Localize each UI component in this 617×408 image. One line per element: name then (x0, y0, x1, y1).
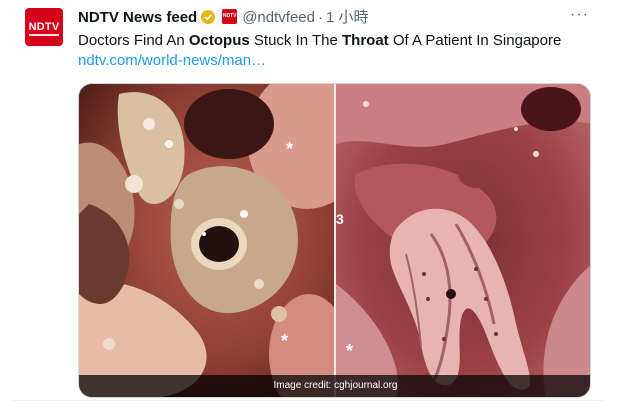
image-marker-asterisk: * (346, 341, 353, 361)
tweet-text-bold: Octopus (188, 32, 250, 49)
tweet-text-bold: Throat (342, 32, 389, 49)
tweet-text-part: Of A Patient In Singapore (388, 32, 562, 49)
tweet-text-part: Doctors Find An (78, 32, 189, 49)
affiliate-logo-icon[interactable]: NDTV (222, 9, 238, 24)
article-link[interactable]: ndtv.com/world-news/man… (78, 52, 266, 69)
verified-badge-icon (201, 10, 216, 24)
tweet-text-part: Stuck In The (249, 32, 343, 49)
timestamp[interactable]: 1 小時 (326, 9, 369, 26)
tweet-divider (12, 400, 605, 401)
avatar-logo-underline (29, 34, 59, 36)
tweet-image[interactable]: * * 3 * Image credit: cghjournal.org (78, 83, 591, 398)
image-marker-asterisk: * (281, 331, 288, 351)
tweet-text: Doctors Find An Octopus Stuck In The Thr… (78, 31, 598, 51)
affiliate-logo-text: NDTV (222, 13, 237, 19)
more-icon[interactable]: ··· (570, 6, 589, 24)
endoscopy-image-left: * * (79, 84, 334, 397)
endoscopy-image-right: 3 * (336, 84, 590, 397)
avatar[interactable]: NDTV (25, 8, 63, 46)
image-marker-number: 3 (336, 211, 344, 227)
avatar-logo-text: NDTV (28, 21, 60, 33)
separator-dot: · (317, 9, 323, 26)
image-credit: Image credit: cghjournal.org (79, 375, 590, 397)
tweet-card[interactable]: NDTV NDTV News feed NDTV @ndtvfeed · 1 小時 ··… (0, 0, 617, 408)
handle[interactable]: @ndtvfeed (242, 9, 315, 26)
tweet-header: NDTV News feed NDTV @ndtvfeed · 1 小時 (78, 6, 369, 26)
image-marker-asterisk: * (286, 139, 293, 159)
display-name[interactable]: NDTV News feed (78, 9, 197, 26)
